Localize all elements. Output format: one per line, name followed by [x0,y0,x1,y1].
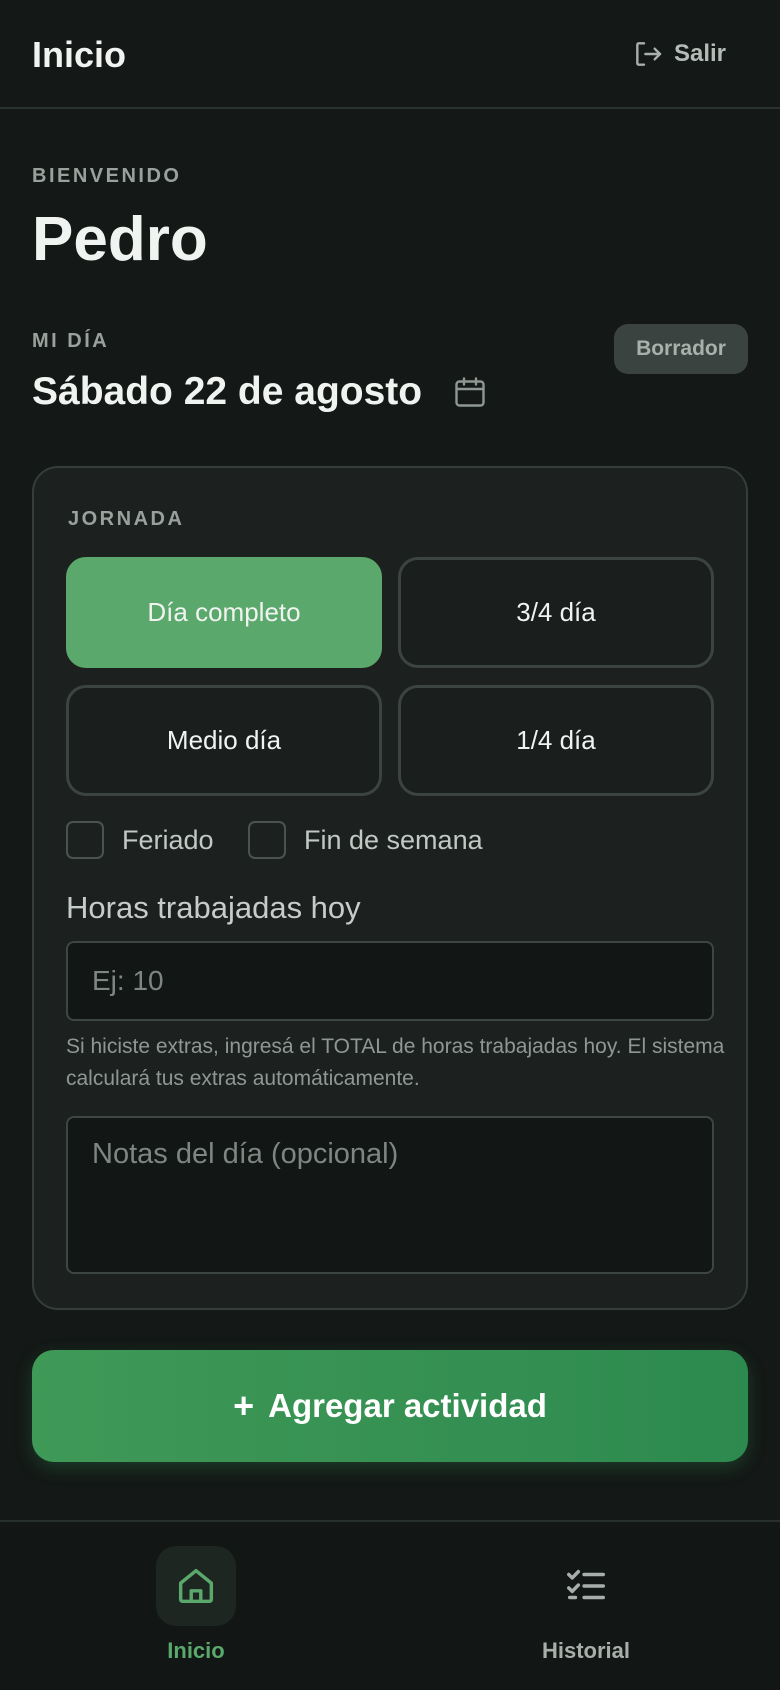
bottom-nav: Inicio Historial [0,1520,780,1690]
logout-button[interactable]: Salir [632,38,726,70]
date-row: Sábado 22 de agosto [32,370,488,414]
plus-icon: + [233,1385,255,1426]
notes-textarea[interactable] [66,1116,714,1274]
holiday-checkbox-box[interactable] [66,821,104,859]
logout-label: Salir [673,40,726,67]
jornada-label: JORNADA [68,508,185,530]
home-icon [178,1568,214,1604]
nav-item-historial[interactable] [546,1546,626,1626]
option-full-day[interactable]: Día completo [66,557,382,668]
top-bar: Inicio Salir [0,0,780,109]
checklist-icon [567,1569,605,1600]
weekend-checkbox[interactable]: Fin de semana [248,821,483,859]
nav-item-inicio[interactable] [156,1546,236,1626]
hours-label: Horas trabajadas hoy [66,890,361,925]
option-half-day[interactable]: Medio día [66,685,382,796]
weekend-checkbox-box[interactable] [248,821,286,859]
current-date: Sábado 22 de agosto [32,370,423,413]
weekend-checkbox-label: Fin de semana [304,824,483,855]
option-quarter-day[interactable]: 1/4 día [398,685,714,796]
hours-help-text: Si hiciste extras, ingresá el TOTAL de h… [66,1035,725,1090]
add-activity-button[interactable]: + Agregar actividad [32,1350,748,1462]
logout-icon [636,42,662,66]
welcome-label: BIENVENIDO [32,165,182,187]
calendar-icon[interactable] [452,374,488,410]
my-day-label: MI DÍA [32,330,110,352]
user-name: Pedro [32,205,208,274]
holiday-checkbox[interactable]: Feriado [66,821,214,859]
option-three-quarter-day[interactable]: 3/4 día [398,557,714,668]
add-activity-label: Agregar actividad [268,1387,547,1424]
nav-label-historial[interactable]: Historial [516,1638,656,1664]
jornada-card: JORNADA Día completo 3/4 día Medio día 1… [32,466,748,1310]
page-title: Inicio [32,34,127,75]
holiday-checkbox-label: Feriado [122,824,214,855]
nav-label-inicio[interactable]: Inicio [156,1638,236,1664]
hours-input[interactable] [66,941,714,1021]
status-badge: Borrador [614,324,748,374]
